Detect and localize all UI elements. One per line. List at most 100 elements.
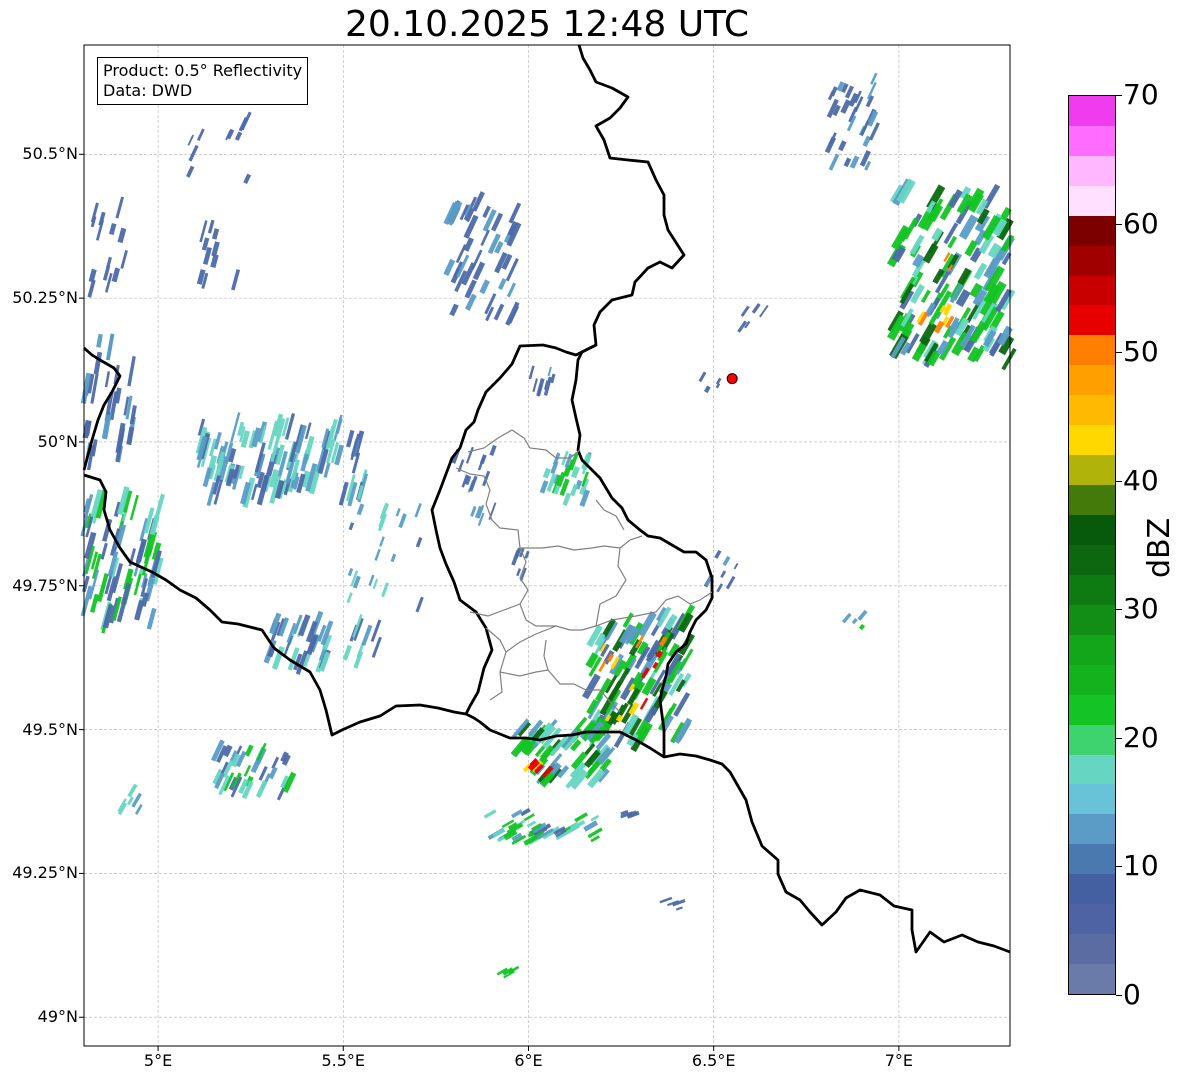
radar-echo — [268, 766, 278, 780]
y-tick-label: 50.25°N — [12, 288, 78, 308]
colorbar-tick-mark — [1116, 995, 1122, 996]
radar-echo — [345, 429, 355, 448]
radar-echo — [532, 378, 538, 393]
radar-echo — [523, 813, 535, 822]
radar-echo — [539, 480, 549, 494]
colorbar-tick-mark — [1116, 480, 1122, 482]
radar-echo — [751, 303, 761, 314]
radar-echo — [639, 697, 649, 710]
colorbar-tick-label: 60 — [1123, 206, 1159, 240]
colorbar-segment — [1069, 544, 1115, 575]
colorbar-segment — [1069, 245, 1115, 276]
radar-echo — [828, 153, 840, 171]
y-tick-label: 50°N — [37, 431, 78, 451]
radar-echo — [188, 144, 199, 162]
radar-echo — [207, 219, 215, 234]
radar-echo — [722, 555, 731, 566]
radar-echo — [659, 896, 673, 904]
radar-echo — [505, 301, 520, 326]
y-tick-label: 49.5°N — [22, 719, 78, 739]
radar-echo — [356, 503, 365, 516]
radar-echo — [127, 355, 136, 387]
radar-echo — [117, 227, 127, 244]
radar-echo — [271, 756, 280, 769]
radar-echo — [127, 783, 138, 798]
colorbar-segment — [1069, 425, 1115, 456]
radar-echo — [111, 267, 121, 283]
radar-echo — [920, 289, 931, 304]
radar-echo — [463, 237, 475, 252]
radar-echo — [482, 470, 491, 487]
radar-echo — [230, 412, 241, 443]
radar-echo — [841, 612, 852, 624]
radar-echo — [414, 503, 422, 518]
radar-echo — [570, 483, 579, 497]
radar-echo — [516, 568, 522, 577]
radar-echo — [715, 377, 722, 385]
colorbar-segment — [1069, 365, 1115, 396]
colorbar-tick-label: 30 — [1123, 592, 1159, 626]
radar-echo — [470, 505, 477, 517]
radar-echo — [368, 574, 375, 586]
radar-echo — [346, 592, 353, 604]
radar-echo — [488, 502, 497, 520]
radar-echo — [843, 157, 852, 168]
x-tick-label: 6.5°E — [691, 1051, 736, 1070]
radar-echo — [415, 536, 423, 548]
radar-echo — [759, 304, 769, 318]
colorbar-segment — [1069, 934, 1115, 965]
radar-echo — [725, 575, 736, 590]
radar-echo — [480, 229, 490, 247]
radar-echo — [536, 378, 545, 397]
radar-echo — [115, 196, 124, 219]
colorbar-segment — [1069, 155, 1115, 186]
colorbar-tick-mark — [1116, 95, 1122, 96]
country-borders — [82, 44, 1011, 954]
radar-echo — [477, 456, 486, 471]
radar-echo — [465, 446, 474, 464]
radar-echo — [129, 405, 137, 425]
radar-echo — [129, 494, 139, 521]
colorbar-segment — [1069, 604, 1115, 635]
radar-echo — [824, 136, 837, 154]
radar-echo — [511, 549, 521, 566]
radar-echo — [840, 99, 851, 114]
radar-echo — [381, 582, 389, 598]
radar-echo — [493, 303, 505, 321]
colorbar-tick-label: 70 — [1123, 78, 1159, 111]
colorbar-tick-label: 50 — [1123, 335, 1159, 369]
colorbar-tick-mark — [1116, 352, 1122, 354]
radar-echo — [838, 140, 847, 152]
gridlines — [84, 45, 1010, 1046]
radar-echo — [973, 262, 988, 280]
colorbar-segment — [1069, 215, 1115, 246]
radar-echo — [506, 282, 516, 298]
radar-echo — [338, 481, 349, 506]
radar-echo — [108, 223, 117, 236]
radar-echo — [300, 453, 310, 472]
radar-echo — [187, 134, 194, 146]
y-tick-label: 49.75°N — [12, 575, 78, 595]
radar-echo — [552, 452, 561, 466]
radar-echo — [862, 135, 872, 147]
colorbar-tick-label: 10 — [1123, 849, 1159, 883]
radar-echo — [733, 562, 739, 570]
radar-echo — [703, 385, 711, 394]
radar-echo — [211, 228, 220, 240]
radar-echo — [87, 279, 96, 298]
radar-echo — [374, 548, 381, 561]
colorbar-segment — [1069, 96, 1115, 126]
radar-echo — [672, 898, 686, 907]
colorbar — [1068, 95, 1116, 995]
colorbar-segment — [1069, 754, 1115, 785]
radar-echo — [104, 371, 111, 388]
radar-echo — [443, 258, 456, 276]
radar-echo — [395, 508, 401, 517]
colorbar-segment — [1069, 275, 1115, 306]
radar-echo — [120, 249, 128, 269]
radar-echo — [96, 333, 103, 348]
radar-echo — [860, 121, 870, 136]
radar-echo — [857, 609, 868, 621]
colorbar-segment — [1069, 455, 1115, 486]
radar-echo — [479, 279, 490, 295]
